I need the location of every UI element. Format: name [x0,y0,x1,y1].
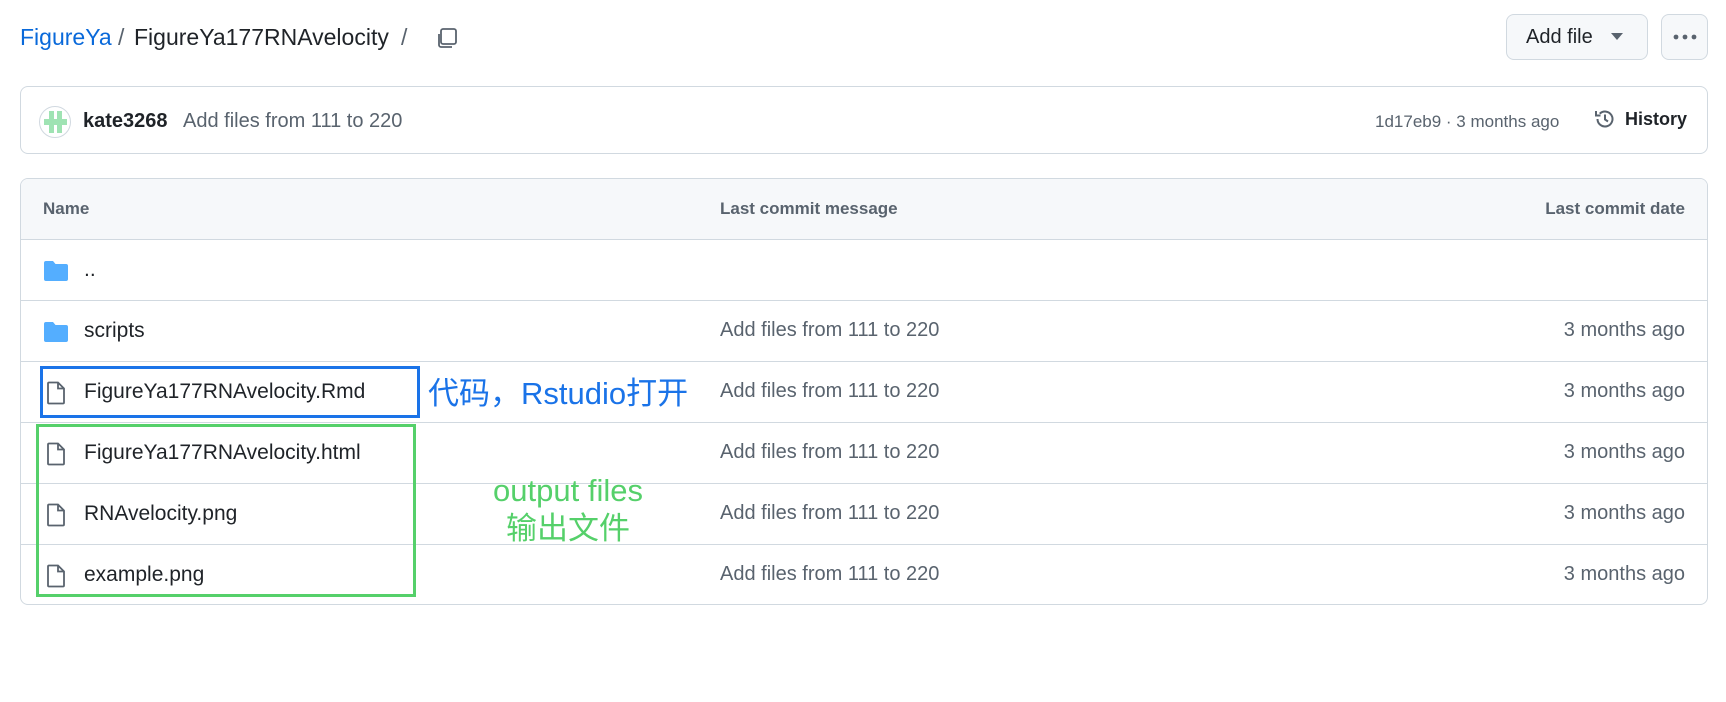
author-avatar-icon [39,106,71,138]
breadcrumb-separator: / [118,24,125,50]
commit-message-link[interactable]: Add files from 111 to 220 [720,563,939,586]
file-name-link[interactable]: .. [84,258,96,282]
table-row[interactable]: .. [21,240,1707,301]
commit-message-link[interactable]: Add files from 111 to 220 [183,110,402,133]
commit-time: 3 months ago [1456,112,1560,131]
commit-date: 3 months ago [1563,441,1685,463]
breadcrumb-trailing-separator: / [401,24,408,50]
triangle-down-icon [1610,33,1623,40]
copy-path-button[interactable] [432,22,464,54]
more-options-button[interactable] [1661,14,1708,60]
code-file-highlight-box [40,366,420,418]
commit-sha-link[interactable]: 1d17eb9 [1375,112,1441,131]
table-header: Name Last commit message Last commit dat… [21,179,1707,240]
column-header-name: Name [43,199,90,218]
commit-date: 3 months ago [1563,319,1685,341]
output-annotation-line-1: output files [493,473,643,508]
column-header-message: Last commit message [720,199,898,218]
commit-author-link[interactable]: kate3268 [83,110,168,133]
output-annotation-line-2: 输出文件 [506,511,630,546]
breadcrumb-owner-link[interactable]: FigureYa [20,24,112,51]
file-name-link[interactable]: scripts [84,319,145,343]
history-button[interactable]: History [1593,107,1687,131]
commit-message-link[interactable]: Add files from 111 to 220 [720,441,939,464]
commit-date: 3 months ago [1563,380,1685,402]
commit-date: 3 months ago [1563,502,1685,524]
folder-icon [44,322,68,342]
commit-meta-separator: · [1441,112,1457,131]
commit-message-link[interactable]: Add files from 111 to 220 [720,380,939,403]
add-file-label: Add file [1526,25,1593,48]
avatar[interactable] [39,106,71,138]
code-annotation-label: 代码，Rstudio打开 [428,376,689,411]
commit-meta: 1d17eb9 · 3 months ago [1375,112,1559,132]
commit-message-link[interactable]: Add files from 111 to 220 [720,502,939,525]
commit-message-link[interactable]: Add files from 111 to 220 [720,319,939,342]
latest-commit-bar: kate3268 Add files from 111 to 220 1d17e… [20,86,1708,154]
copy-icon [438,28,457,48]
output-annotation-label: output files 输出文件 [468,472,668,548]
output-files-highlight-box [36,424,416,597]
table-row[interactable]: scripts Add files from 111 to 220 3 mont… [21,301,1707,362]
add-file-button[interactable]: Add file [1506,14,1648,60]
commit-date: 3 months ago [1563,563,1685,585]
kebab-horizontal-icon [1673,34,1696,40]
column-header-date: Last commit date [1545,199,1685,218]
folder-icon [44,261,68,281]
breadcrumb-current-folder: FigureYa177RNAvelocity [134,24,389,50]
history-label: History [1625,108,1688,129]
history-icon [1595,110,1614,128]
